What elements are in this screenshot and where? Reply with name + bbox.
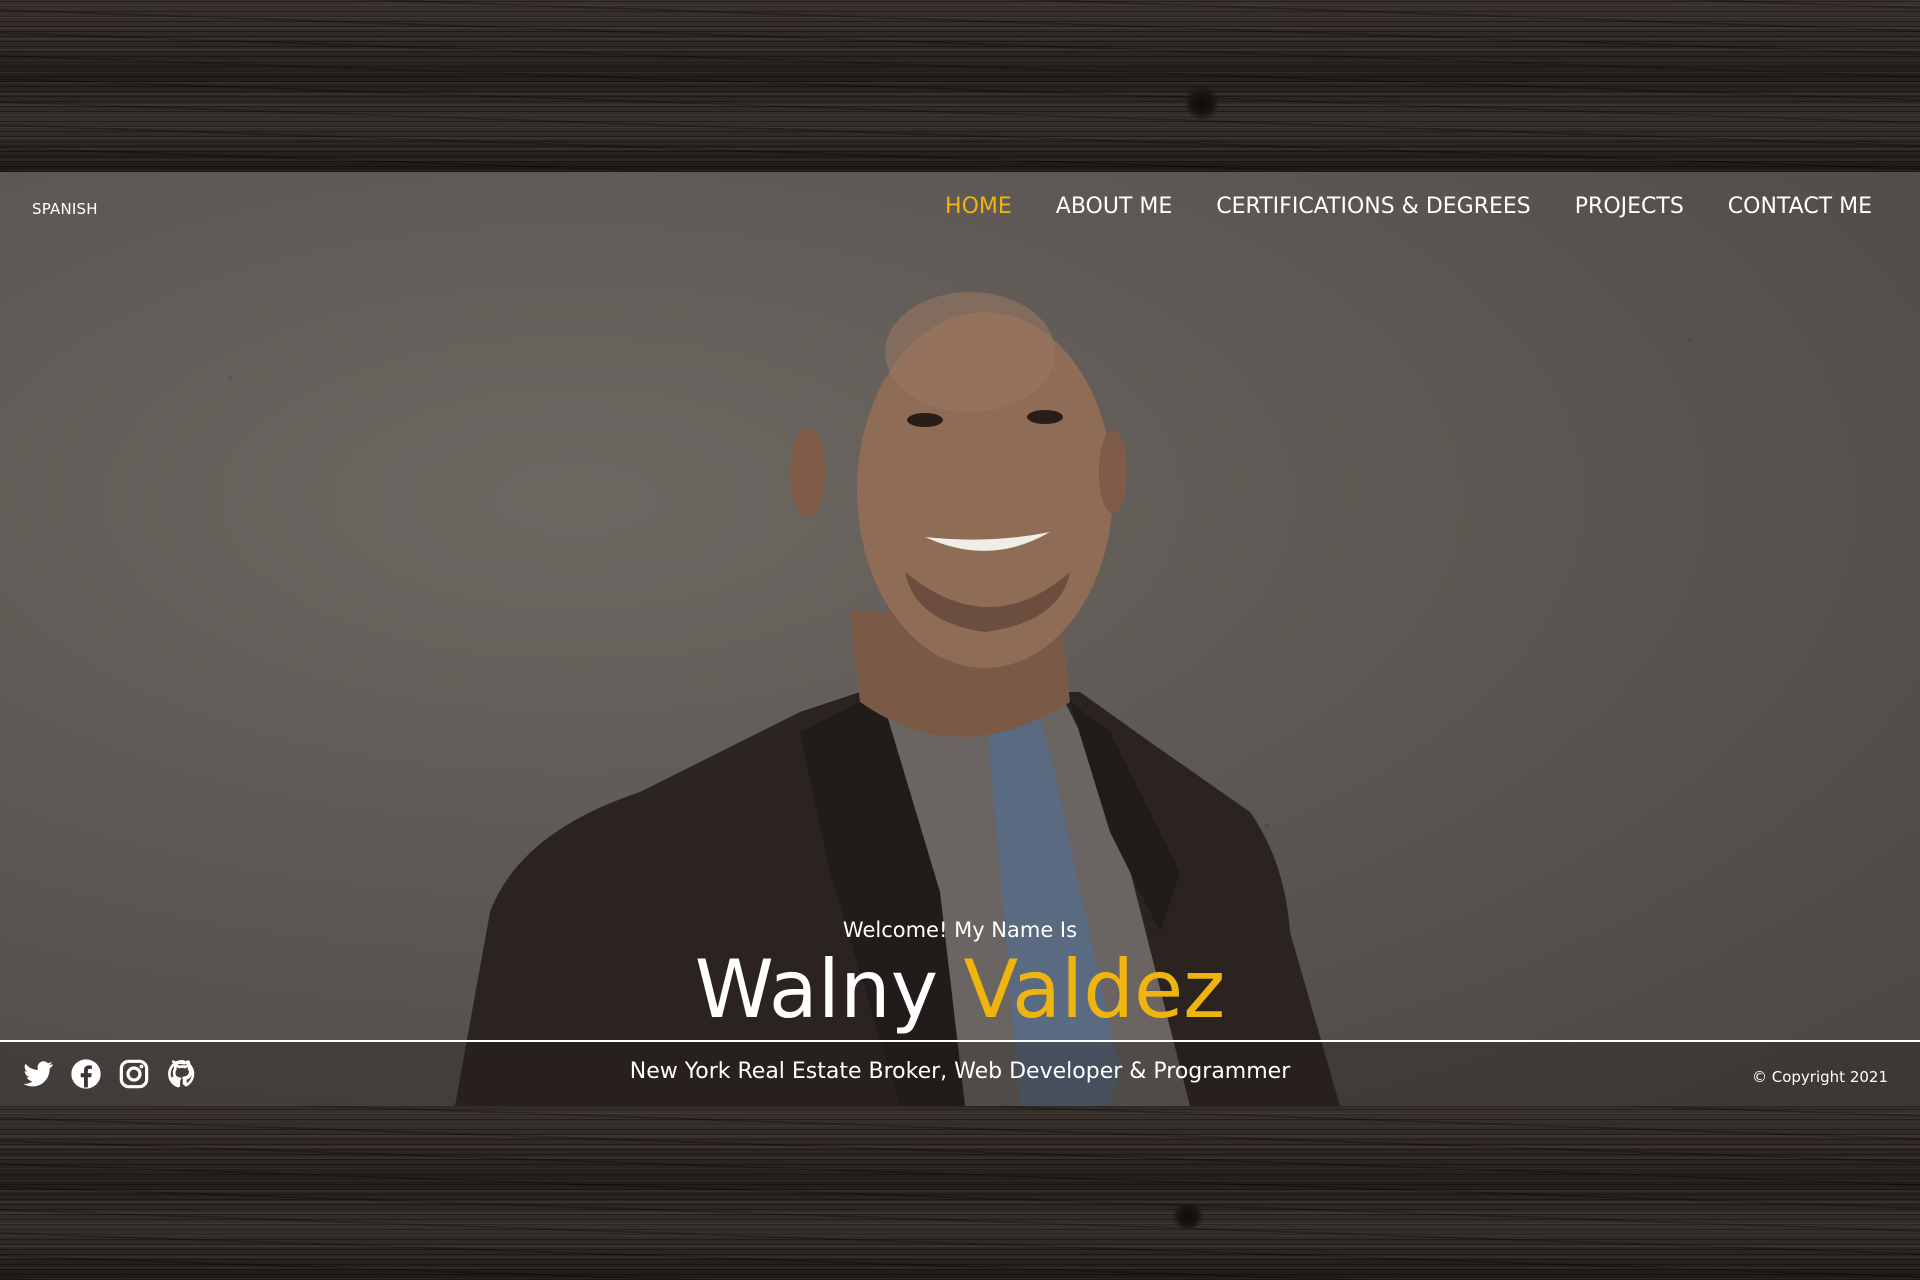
portrait-ear-left	[790, 427, 826, 517]
portrait-eye-right	[1027, 410, 1063, 424]
portrait-eye-left	[907, 413, 943, 427]
language-toggle-spanish[interactable]: SPANISH	[32, 200, 98, 218]
hero-footer-bar: New York Real Estate Broker, Web Develop…	[0, 1040, 1920, 1108]
top-navigation: SPANISH HOME ABOUT ME CERTIFICATIONS & D…	[0, 172, 1920, 248]
wood-background-top	[0, 0, 1920, 172]
wood-knot	[1185, 86, 1219, 120]
nav-item-certifications-degrees[interactable]: CERTIFICATIONS & DEGREES	[1216, 194, 1530, 219]
page: SPANISH HOME ABOUT ME CERTIFICATIONS & D…	[0, 0, 1920, 1280]
nav-menu: HOME ABOUT ME CERTIFICATIONS & DEGREES P…	[945, 194, 1872, 219]
copyright-text: © Copyright 2021	[1751, 1068, 1888, 1086]
last-name: Valdez	[963, 943, 1226, 1036]
nav-item-projects[interactable]: PROJECTS	[1575, 194, 1684, 219]
wood-knot	[1170, 1204, 1206, 1228]
first-name: Walny	[694, 943, 939, 1036]
nav-item-about-me[interactable]: ABOUT ME	[1056, 194, 1173, 219]
wood-background-bottom	[0, 1106, 1920, 1280]
nav-item-contact-me[interactable]: CONTACT ME	[1728, 194, 1872, 219]
hero-tagline: New York Real Estate Broker, Web Develop…	[629, 1059, 1291, 1084]
welcome-text: Welcome! My Name Is	[842, 918, 1078, 942]
portrait-head-highlight	[885, 292, 1055, 412]
nav-item-home[interactable]: HOME	[945, 194, 1012, 219]
portrait-ear-right	[1099, 430, 1127, 514]
hero-name: Walny Valdez	[0, 940, 1920, 1040]
